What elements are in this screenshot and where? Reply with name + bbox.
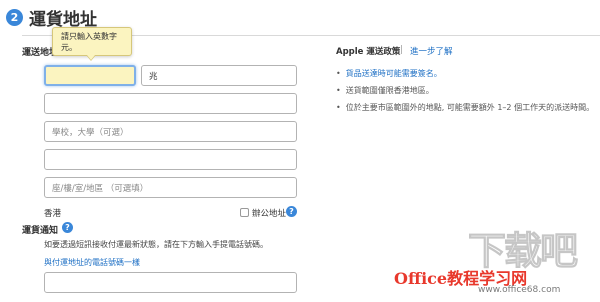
policy-bullet-signature: 貨品送達時可能需要簽名。	[336, 68, 442, 79]
policy-bullet-coverage: 送貨範圍僅限香港地區。	[336, 85, 434, 96]
step-number-badge: 2	[6, 8, 23, 26]
office-address-checkbox[interactable]	[240, 208, 249, 217]
office-address-label: 辦公地址	[252, 209, 287, 219]
address-line3-input[interactable]	[44, 149, 297, 170]
first-name-input[interactable]	[44, 65, 136, 86]
address-line1-input[interactable]	[44, 93, 297, 114]
last-name-input[interactable]: 兆	[141, 65, 297, 86]
address-line2-input[interactable]: 學校，大學（可選）	[44, 121, 297, 142]
help-icon[interactable]: ?	[286, 206, 297, 217]
same-phone-link[interactable]: 與付運地址的電話號碼一樣	[44, 257, 140, 268]
address-line4-input[interactable]: 座/樓/室/地區 （可選填）	[44, 177, 297, 198]
watermark-url: www.office68.com	[478, 285, 561, 295]
tooltip-arrow-fill	[87, 55, 95, 60]
policy-separator: |	[400, 45, 403, 55]
region-value: 香港	[44, 209, 62, 219]
mobile-phone-input[interactable]	[44, 272, 297, 293]
policy-bullet-delivery-time: 位於主要市區範圍外的地點, 可能需要額外 1–2 個工作天的派送時間。	[336, 102, 594, 113]
notification-help-icon[interactable]: ?	[62, 222, 73, 233]
shipping-policy-title: Apple 運送政策	[336, 47, 401, 57]
validation-tooltip: 請只輸入英數字元。	[52, 27, 132, 56]
section-title: 運貨地址	[29, 9, 97, 30]
learn-more-link[interactable]: 進一步了解	[410, 45, 453, 57]
notification-description: 如要透過短訊接收付運最新狀態，請在下方輸入手提電話號碼。	[44, 240, 268, 249]
delivery-notification-label: 運貨通知	[22, 226, 59, 236]
